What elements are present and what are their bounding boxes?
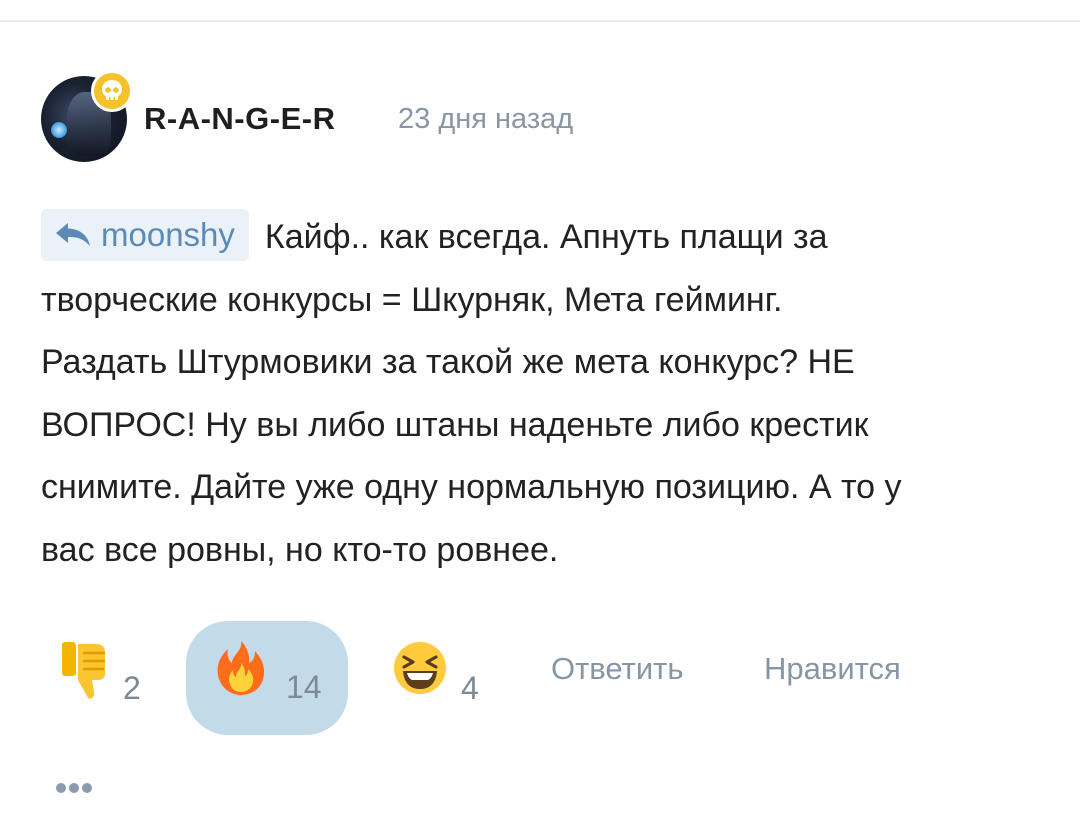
- reaction-fire-count: 14: [286, 669, 322, 705]
- comment-timestamp: 23 дня назад: [398, 103, 574, 135]
- comment-card: R-A-N-G-E-R 23 дня назад moonshy Кайф.. к…: [0, 0, 1080, 830]
- comment-line-4: ВОПРОС! Ну вы либо штаны наденьте либо к…: [41, 405, 869, 444]
- comment-line-2: творческие конкурсы = Шкурняк, Мета гейм…: [41, 280, 783, 319]
- reaction-fire[interactable]: 14: [186, 621, 348, 735]
- author-name[interactable]: R-A-N-G-E-R: [144, 101, 335, 137]
- laughing-face-icon: [394, 642, 446, 694]
- like-button[interactable]: Нравится: [764, 651, 901, 687]
- comment-line-1: moonshy Кайф.. как всегда. Апнуть плащи з…: [41, 206, 1041, 269]
- comment-line-1-text: Кайф.. как всегда. Апнуть плащи за: [264, 218, 828, 256]
- reaction-laugh[interactable]: 4: [392, 640, 492, 710]
- comment-text: moonshy Кайф.. как всегда. Апнуть плащи з…: [41, 206, 1041, 581]
- author-avatar-wrap[interactable]: [41, 70, 133, 162]
- thumbs-down-icon: [62, 642, 106, 699]
- reply-to-username: moonshy: [101, 216, 235, 254]
- comment-line-6: вас все ровны, но кто-то ровнее.: [41, 530, 559, 569]
- comment-line-5: снимите. Дайте уже одну нормальную позиц…: [41, 468, 902, 506]
- reply-to-chip[interactable]: moonshy: [41, 209, 249, 262]
- reaction-dislike-count: 2: [123, 670, 141, 706]
- fire-icon: [217, 641, 265, 695]
- comment-line-3: Раздать Штурмовики за такой же мета конк…: [41, 343, 855, 381]
- reaction-laugh-count: 4: [461, 670, 479, 706]
- avatar-glow: [51, 122, 67, 138]
- more-dots-icon[interactable]: [56, 780, 102, 800]
- reaction-dislike[interactable]: 2: [54, 640, 154, 710]
- reply-button[interactable]: Ответить: [551, 651, 684, 687]
- reply-arrow-icon: [56, 223, 90, 247]
- skull-icon: [91, 70, 133, 112]
